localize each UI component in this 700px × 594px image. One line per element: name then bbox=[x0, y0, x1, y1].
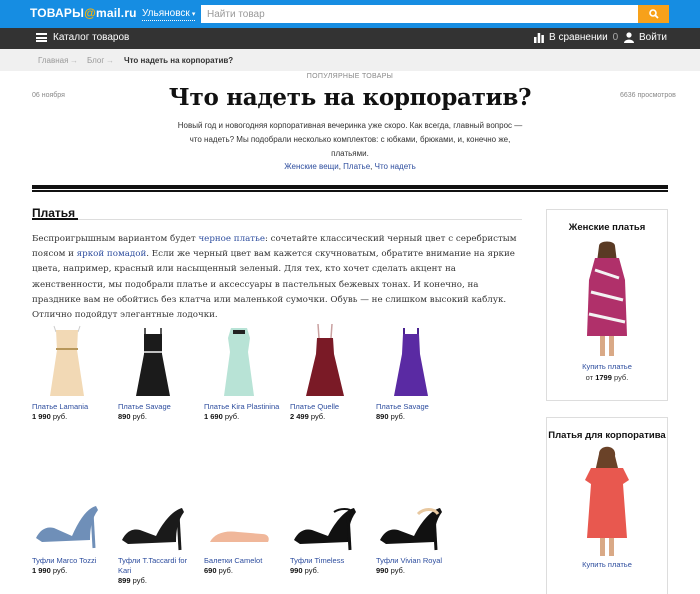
product-price: 990 руб. bbox=[290, 566, 319, 575]
product-name[interactable]: Платье Lamania bbox=[32, 402, 112, 412]
sidebar-card: Платья для корпоратива Купить платье bbox=[546, 417, 668, 594]
shoe-image[interactable] bbox=[204, 478, 274, 556]
user-icon bbox=[624, 32, 634, 43]
product-price: 990 руб. bbox=[376, 566, 405, 575]
page-title: Что надеть на корпоратив? bbox=[168, 84, 532, 111]
dress-image[interactable] bbox=[204, 324, 274, 402]
compare-label: В сравнении bbox=[549, 32, 608, 43]
city-selector[interactable]: Ульяновск ▾ bbox=[142, 8, 196, 21]
menu-icon bbox=[36, 33, 47, 42]
product-card[interactable]: Туфли Marco Tozzi 1 990 руб. bbox=[32, 478, 112, 576]
shoe-image[interactable] bbox=[376, 478, 446, 556]
divider bbox=[32, 185, 668, 192]
model-image[interactable] bbox=[577, 240, 637, 358]
product-name[interactable]: Туфли Vivian Royal bbox=[376, 556, 456, 566]
breadcrumb-home[interactable]: Главная bbox=[38, 56, 68, 65]
product-price: 890 руб. bbox=[376, 412, 405, 421]
product-name[interactable]: Туфли Marco Tozzi bbox=[32, 556, 112, 566]
dress-image[interactable] bbox=[290, 324, 360, 402]
product-card[interactable]: Балетки Camelot 690 руб. bbox=[204, 478, 284, 576]
shoe-image[interactable] bbox=[118, 478, 188, 556]
product-card[interactable]: Туфли T.Taccardi for Kari 899 руб. bbox=[118, 478, 198, 586]
dress-image[interactable] bbox=[32, 324, 102, 402]
bar-chart-icon bbox=[534, 32, 544, 43]
product-card[interactable]: Платье Savage 890 руб. bbox=[376, 324, 456, 422]
product-price: 690 руб. bbox=[204, 566, 233, 575]
article-kicker: ПОПУЛЯРНЫЕ ТОВАРЫ bbox=[306, 73, 394, 80]
product-card[interactable]: Платье Lamania 1 990 руб. bbox=[32, 324, 112, 422]
product-price: 890 руб. bbox=[118, 412, 147, 421]
caret-down-icon: ▾ bbox=[191, 11, 196, 18]
sidebar-card: Женские платья Купить платье от 1799 руб… bbox=[546, 209, 668, 401]
search-button[interactable] bbox=[638, 5, 669, 23]
product-card[interactable]: Платье Kira Plastinina 1 690 руб. bbox=[204, 324, 284, 422]
product-card[interactable]: Туфли Timeless 990 руб. bbox=[290, 478, 370, 576]
black-dress-link[interactable]: черное платье bbox=[198, 234, 265, 244]
buy-dress-link[interactable]: Купить платье bbox=[547, 362, 667, 371]
tag-link[interactable]: Платье bbox=[343, 162, 370, 171]
nav-bar: Каталог товаров В сравнении 0 Войти bbox=[0, 28, 700, 49]
search-input[interactable] bbox=[201, 5, 638, 23]
section-divider bbox=[32, 218, 522, 220]
product-price: 1 690 руб. bbox=[204, 412, 240, 421]
product-price: 2 499 руб. bbox=[290, 412, 326, 421]
product-price: 899 руб. bbox=[118, 576, 147, 585]
breadcrumb-blog[interactable]: Блог bbox=[87, 56, 104, 65]
catalog-label: Каталог товаров bbox=[53, 32, 130, 43]
product-name[interactable]: Платье Savage bbox=[376, 402, 456, 412]
product-name[interactable]: Платье Quelle bbox=[290, 402, 370, 412]
product-price: 1 990 руб. bbox=[32, 566, 68, 575]
search-icon bbox=[648, 9, 659, 19]
shoe-image[interactable] bbox=[32, 478, 102, 556]
section-paragraph: Беспроигрышным вариантом будет черное пл… bbox=[32, 234, 517, 321]
product-name[interactable]: Туфли Timeless bbox=[290, 556, 370, 566]
tag-link[interactable]: Женские вещи bbox=[284, 162, 338, 171]
breadcrumb-separator-icon: → bbox=[70, 56, 78, 65]
product-name[interactable]: Туфли T.Taccardi for Kari bbox=[118, 556, 198, 576]
product-name[interactable]: Балетки Camelot bbox=[204, 556, 284, 566]
login-label: Войти bbox=[639, 32, 667, 43]
breadcrumb-separator-icon: → bbox=[106, 56, 114, 65]
product-price: 1 990 руб. bbox=[32, 412, 68, 421]
dress-image[interactable] bbox=[118, 324, 188, 402]
product-card[interactable]: Платье Savage 890 руб. bbox=[118, 324, 198, 422]
shoe-image[interactable] bbox=[290, 478, 360, 556]
sidebar-card-title: Женские платья bbox=[568, 222, 646, 233]
login-link[interactable]: Войти bbox=[624, 32, 667, 43]
breadcrumb-current: Что надеть на корпоратив? bbox=[124, 56, 234, 65]
breadcrumb: Главная → Блог → Что надеть на корпорати… bbox=[0, 49, 700, 71]
product-name[interactable]: Платье Savage bbox=[118, 402, 198, 412]
lipstick-link[interactable]: яркой помадой bbox=[77, 249, 147, 259]
sidebar-price: от 1799 руб. bbox=[585, 373, 629, 382]
dress-image[interactable] bbox=[376, 324, 446, 402]
tag-link[interactable]: Что надеть bbox=[375, 162, 416, 171]
compare-link[interactable]: В сравнении 0 bbox=[534, 32, 618, 43]
product-card[interactable]: Платье Quelle 2 499 руб. bbox=[290, 324, 370, 422]
model-image[interactable] bbox=[577, 446, 637, 556]
product-name[interactable]: Платье Kira Plastinina bbox=[204, 402, 284, 412]
article-tags: Женские вещи, Платье, Что надеть bbox=[284, 162, 416, 171]
buy-dress-link[interactable]: Купить платье bbox=[547, 560, 667, 569]
catalog-menu-button[interactable]: Каталог товаров bbox=[36, 32, 129, 43]
top-bar: ТОВАРЫ@mail.ru Ульяновск ▾ bbox=[0, 0, 700, 28]
product-card[interactable]: Туфли Vivian Royal 990 руб. bbox=[376, 478, 456, 576]
article-lead: Новый год и новогодняя корпоративная веч… bbox=[177, 121, 523, 158]
sidebar-card-title: Платья для корпоратива bbox=[548, 430, 666, 441]
compare-count: 0 bbox=[612, 32, 619, 43]
site-logo[interactable]: ТОВАРЫ@mail.ru bbox=[30, 6, 137, 20]
